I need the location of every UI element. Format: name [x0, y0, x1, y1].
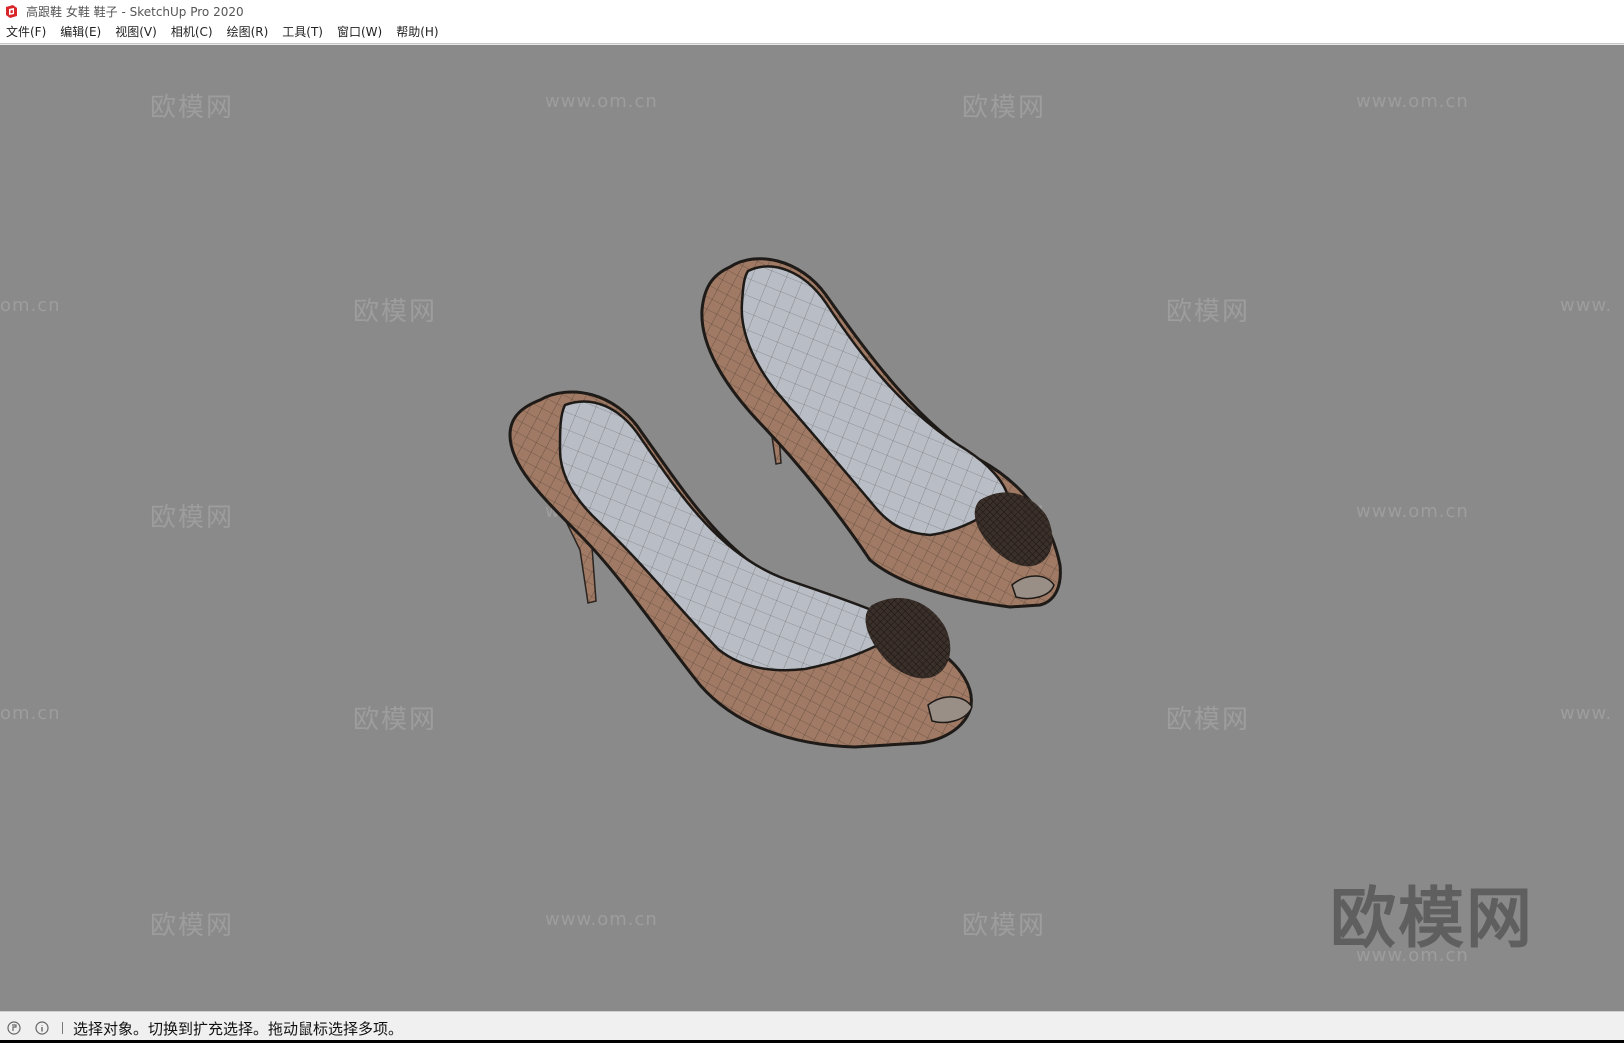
- menu-edit[interactable]: 编辑(E): [53, 22, 108, 43]
- status-bar: 选择对象。切换到扩充选择。拖动鼠标选择多项。: [0, 1011, 1624, 1043]
- status-message: 选择对象。切换到扩充选择。拖动鼠标选择多项。: [73, 1019, 404, 1038]
- status-divider: [62, 1022, 63, 1034]
- menu-draw[interactable]: 绘图(R): [220, 22, 276, 43]
- menu-tools[interactable]: 工具(T): [275, 22, 330, 43]
- menu-view[interactable]: 视图(V): [108, 22, 164, 43]
- geo-location-icon[interactable]: [6, 1020, 22, 1036]
- window-title: 高跟鞋 女鞋 鞋子 - SketchUp Pro 2020: [26, 4, 244, 19]
- title-bar: 高跟鞋 女鞋 鞋子 - SketchUp Pro 2020: [0, 0, 1624, 22]
- shoe-back: [700, 257, 1062, 609]
- 3d-viewport[interactable]: 欧模网 www.om.cn 欧模网 www.om.cn om.cn 欧模网 欧模…: [0, 44, 1624, 1012]
- sketchup-window: 高跟鞋 女鞋 鞋子 - SketchUp Pro 2020 文件(F) 编辑(E…: [0, 0, 1624, 1043]
- menu-bar: 文件(F) 编辑(E) 视图(V) 相机(C) 绘图(R) 工具(T) 窗口(W…: [0, 22, 1624, 44]
- menu-help[interactable]: 帮助(H): [389, 22, 445, 43]
- menu-window[interactable]: 窗口(W): [330, 22, 389, 43]
- menu-file[interactable]: 文件(F): [0, 22, 53, 43]
- high-heels-model[interactable]: [0, 45, 1624, 1012]
- menu-camera[interactable]: 相机(C): [164, 22, 220, 43]
- sketchup-logo-icon: [4, 4, 19, 19]
- info-icon[interactable]: [34, 1020, 50, 1036]
